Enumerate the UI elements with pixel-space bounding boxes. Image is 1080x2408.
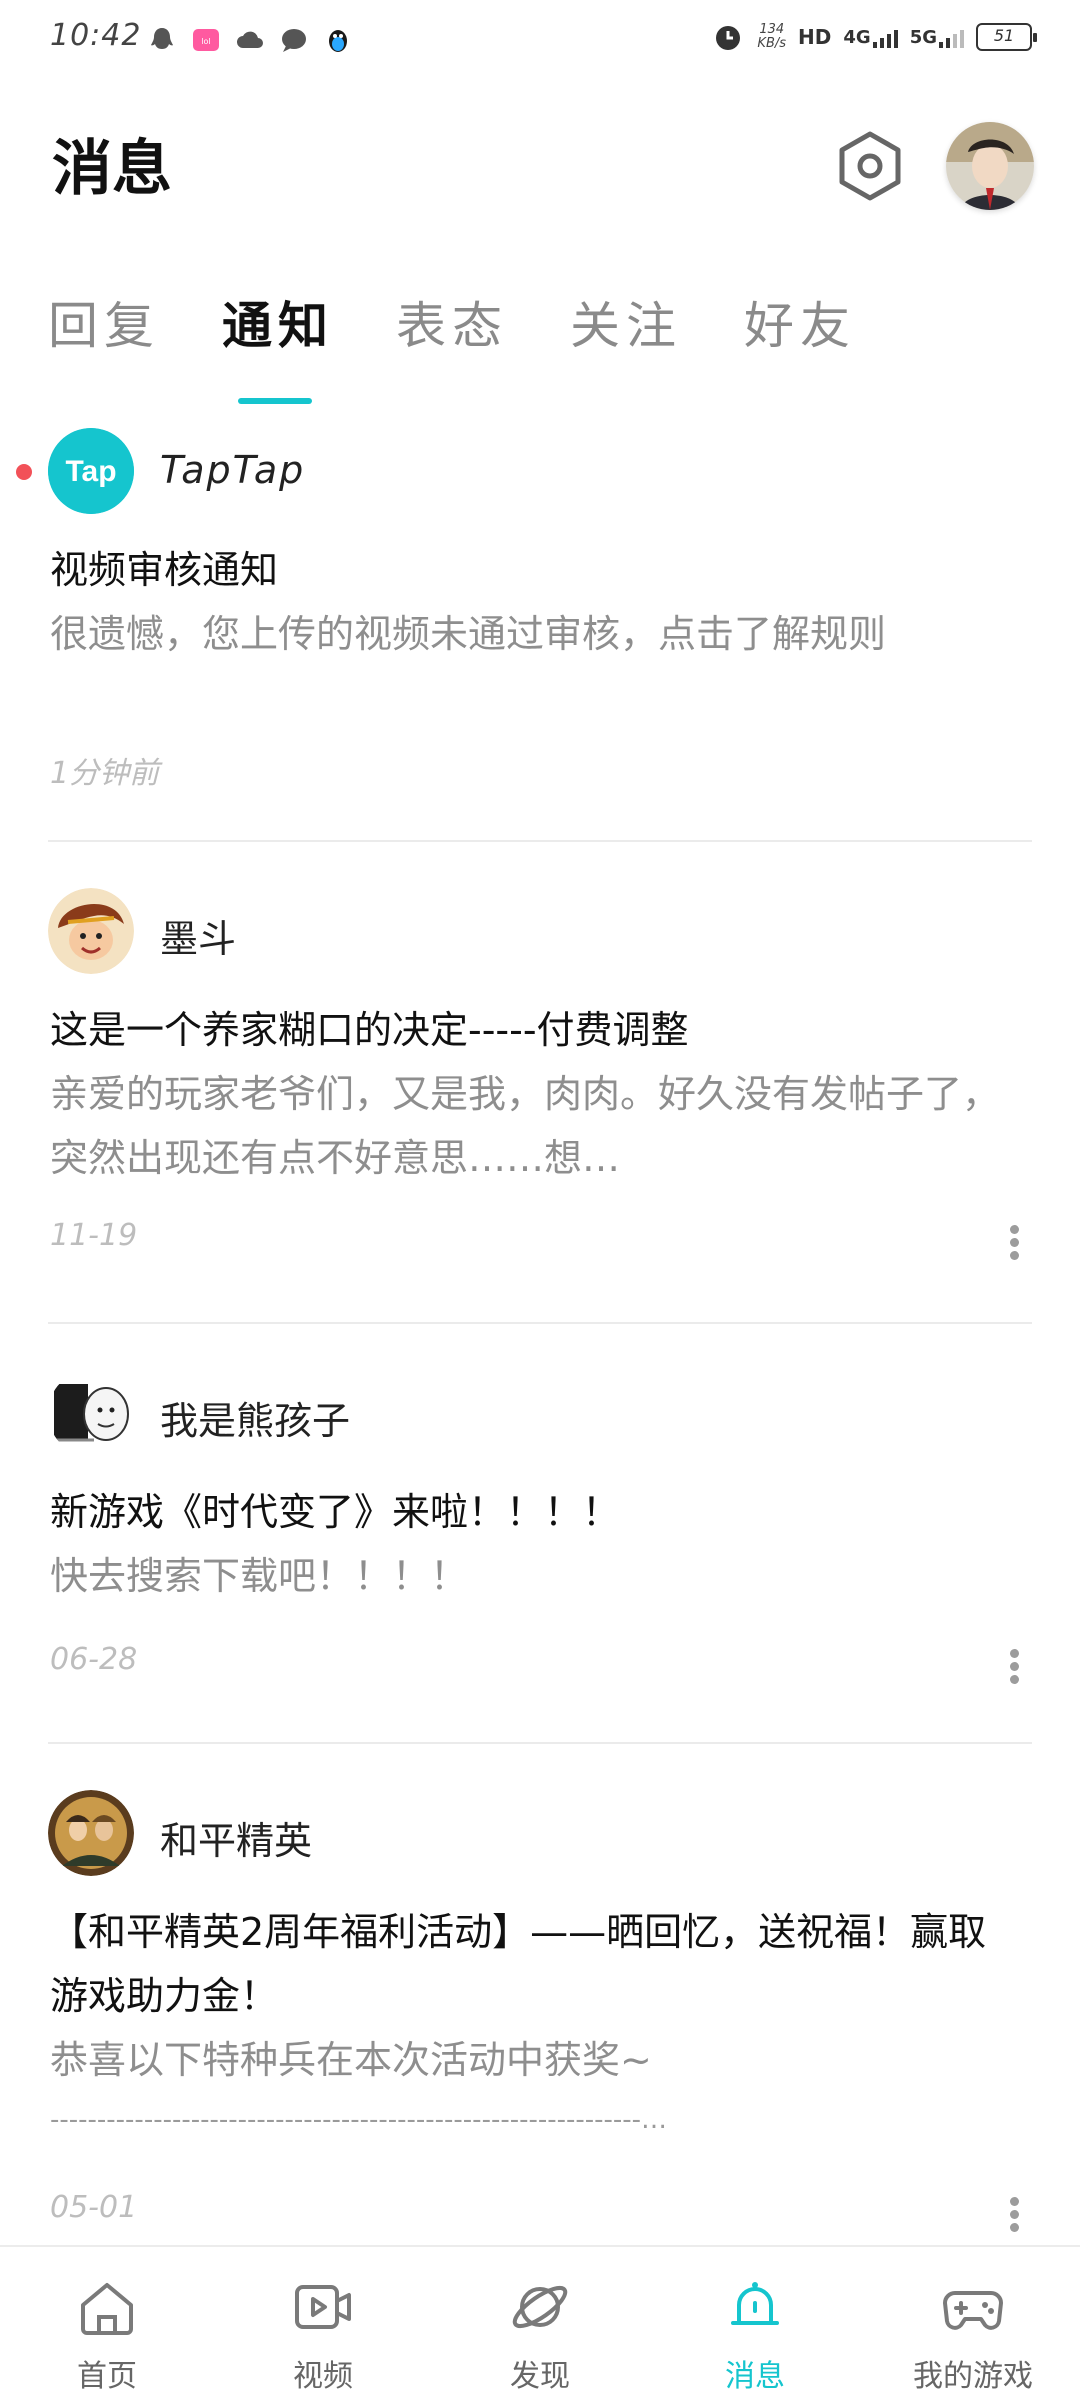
settings-button[interactable] bbox=[832, 128, 908, 204]
more-options-button[interactable] bbox=[1000, 2194, 1028, 2234]
taptap-logo-icon: Tap bbox=[48, 428, 134, 514]
system-indicators: 134 KB/s HD 4G 5G 51 bbox=[711, 20, 1037, 54]
message-time: 05-01 bbox=[50, 2190, 138, 2225]
message-item[interactable]: Tap TapTap 视频审核通知 很遗憾，您上传的视频未通过审核，点击了解规则… bbox=[0, 420, 1080, 842]
video-icon bbox=[295, 2285, 351, 2329]
user-avatar[interactable] bbox=[946, 122, 1034, 210]
game-logo-icon bbox=[48, 1790, 134, 1876]
status-time: 10:42 bbox=[50, 18, 142, 53]
more-dots-icon bbox=[1009, 1225, 1019, 1234]
message-body: 很遗憾，您上传的视频未通过审核，点击了解规则 bbox=[50, 612, 887, 656]
penguin-icon bbox=[329, 30, 347, 52]
sender-avatar[interactable] bbox=[48, 888, 134, 974]
tab-bar: 回复 通知 表态 关注 好友 bbox=[48, 286, 856, 404]
gear-hexagon-icon bbox=[839, 131, 901, 201]
divider bbox=[48, 1742, 1032, 1744]
tab-reaction[interactable]: 表态 bbox=[396, 286, 508, 358]
message-time: 1分钟前 bbox=[50, 756, 160, 791]
message-body: 亲爱的玩家老爷们，又是我，肉肉。好久没有发帖子了，突然出现还有点不好意思……想… bbox=[50, 1072, 1001, 1180]
signal-bars-icon bbox=[939, 28, 964, 48]
signal-bars-icon bbox=[872, 28, 898, 48]
more-dots-icon bbox=[1009, 1649, 1019, 1658]
svg-text:Tap: Tap bbox=[65, 455, 116, 488]
nav-home[interactable]: 首页 bbox=[7, 2247, 207, 2408]
chat-bubble-icon bbox=[282, 29, 306, 52]
message-title: 视频审核通知 bbox=[50, 548, 279, 592]
svg-text:lol: lol bbox=[201, 37, 210, 46]
page-title: 消息 bbox=[52, 134, 172, 204]
sender-name[interactable]: 和平精英 bbox=[160, 1810, 312, 1865]
nav-label: 视频 bbox=[293, 2359, 353, 2394]
more-options-button[interactable] bbox=[1000, 1646, 1028, 1686]
status-bar: 10:42 lol 134 KB/s HD 4G 5G 51 bbox=[0, 0, 1080, 80]
message-title: 新游戏《时代变了》来啦！！！！ bbox=[50, 1490, 621, 1534]
hd-indicator: HD bbox=[798, 25, 832, 49]
alarm-icon bbox=[716, 26, 741, 50]
avatar-image bbox=[48, 1370, 134, 1456]
nav-label: 我的游戏 bbox=[913, 2359, 1033, 2394]
signal-4g: 4G bbox=[843, 27, 898, 48]
message-time: 11-19 bbox=[50, 1218, 138, 1253]
sender-avatar[interactable] bbox=[48, 1370, 134, 1456]
more-dots-icon bbox=[1009, 2197, 1019, 2206]
more-options-button[interactable] bbox=[1000, 1222, 1028, 1262]
cloud-icon bbox=[237, 31, 263, 48]
message-title: 这是一个养家糊口的决定-----付费调整 bbox=[50, 1008, 689, 1052]
nav-label: 消息 bbox=[725, 2359, 785, 2394]
message-item[interactable]: 墨斗 这是一个养家糊口的决定-----付费调整 亲爱的玩家老爷们，又是我，肉肉。… bbox=[0, 880, 1080, 1324]
message-item[interactable]: 我是熊孩子 新游戏《时代变了》来啦！！！！ 快去搜索下载吧！！！！ 06-28 bbox=[0, 1362, 1080, 1744]
message-time: 06-28 bbox=[50, 1642, 138, 1677]
bottom-navigation: 首页 视频 发现 消息 我的游戏 bbox=[0, 2245, 1080, 2408]
nav-my-games[interactable]: 我的游戏 bbox=[873, 2247, 1073, 2408]
sender-name[interactable]: TapTap bbox=[160, 448, 305, 492]
unread-dot bbox=[16, 464, 32, 480]
bell-icon bbox=[731, 2282, 779, 2325]
nav-discover[interactable]: 发现 bbox=[440, 2247, 640, 2408]
home-icon bbox=[81, 2283, 133, 2335]
message-body: 快去搜索下载吧！！！！ bbox=[50, 1554, 469, 1598]
sender-avatar[interactable] bbox=[48, 1790, 134, 1876]
tab-notify[interactable]: 通知 bbox=[222, 286, 334, 404]
tab-friends[interactable]: 好友 bbox=[744, 286, 856, 358]
nav-label: 发现 bbox=[510, 2359, 570, 2394]
app-badge-icon: lol bbox=[193, 29, 219, 51]
nav-messages[interactable]: 消息 bbox=[655, 2247, 855, 2408]
sender-avatar[interactable]: Tap bbox=[48, 428, 134, 514]
battery-indicator: 51 bbox=[976, 23, 1037, 51]
planet-icon bbox=[512, 2285, 568, 2329]
nav-video[interactable]: 视频 bbox=[223, 2247, 423, 2408]
message-title: 【和平精英2周年福利活动】——晒回忆，送祝福！赢取游戏助力金！ bbox=[50, 1910, 987, 2018]
sender-name[interactable]: 我是熊孩子 bbox=[160, 1390, 350, 1445]
tab-reply[interactable]: 回复 bbox=[48, 286, 160, 358]
divider bbox=[48, 1322, 1032, 1324]
tab-follow[interactable]: 关注 bbox=[570, 286, 682, 358]
signal-5g: 5G bbox=[910, 27, 964, 48]
avatar-image bbox=[946, 122, 1034, 210]
divider bbox=[48, 840, 1032, 842]
net-speed: 134 KB/s bbox=[757, 22, 787, 51]
avatar-image bbox=[48, 888, 134, 974]
notification-icons: lol bbox=[146, 24, 354, 56]
message-body: 恭喜以下特种兵在本次活动中获奖~ bbox=[50, 2038, 652, 2082]
qq-icon bbox=[151, 28, 173, 49]
message-item[interactable]: 和平精英 【和平精英2周年福利活动】——晒回忆，送祝福！赢取游戏助力金！ 恭喜以… bbox=[0, 1782, 1080, 2242]
nav-label: 首页 bbox=[77, 2359, 137, 2394]
sender-name[interactable]: 墨斗 bbox=[160, 908, 236, 963]
message-body-separator: ----------------------------------------… bbox=[50, 2105, 668, 2135]
gamepad-icon bbox=[943, 2291, 1003, 2330]
